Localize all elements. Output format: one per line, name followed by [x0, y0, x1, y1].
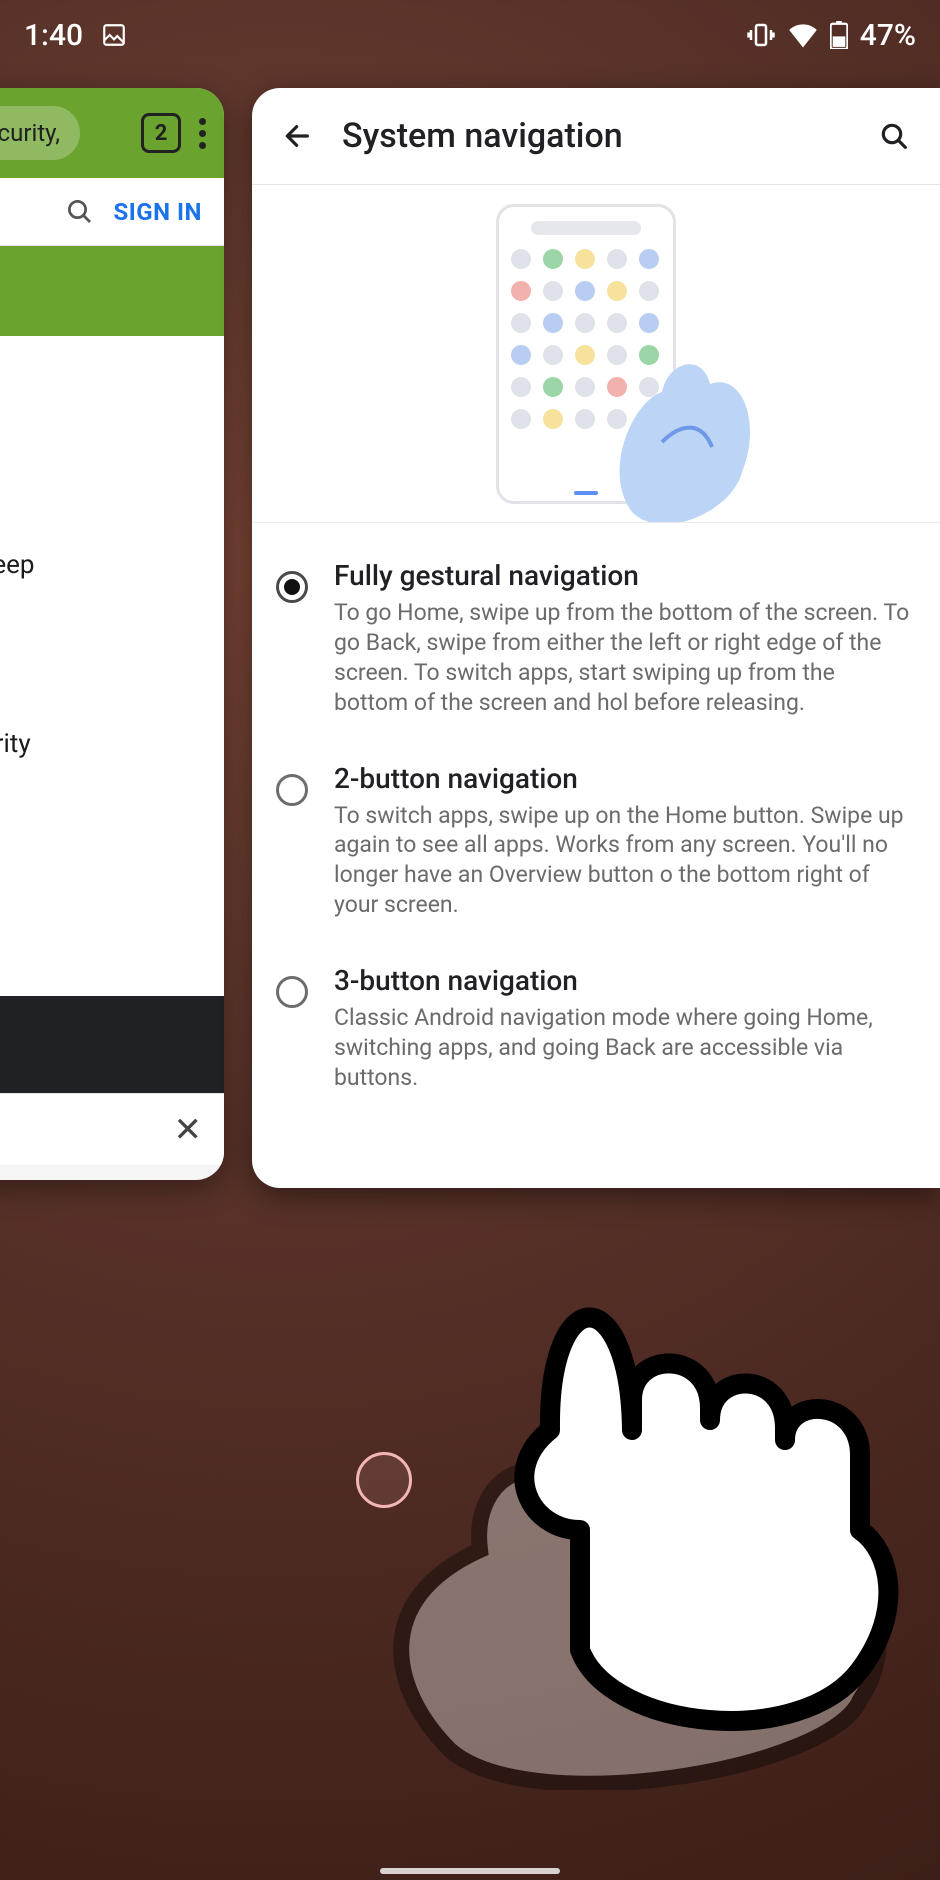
search-icon[interactable] [65, 197, 95, 227]
recent-card-settings[interactable]: System navigation [252, 88, 940, 1188]
option-description: To go Home, swipe up from the bottom of … [334, 598, 914, 718]
chrome-page-appbar: SIGN IN [0, 178, 224, 246]
option-fully-gestural[interactable]: Fully gestural navigation To go Home, sw… [276, 537, 914, 740]
close-icon[interactable]: ✕ [174, 1110, 203, 1150]
option-two-button[interactable]: 2-button navigation To switch apps, swip… [276, 740, 914, 943]
page-heading-fragment: ins [0, 376, 210, 428]
chrome-menu-icon[interactable] [199, 118, 206, 149]
hand-illustration-icon [592, 312, 772, 523]
chrome-toolbar: security, 2 [0, 88, 224, 178]
chrome-page-body: ins nportant tool to keep heir devices. … [0, 336, 224, 996]
cookie-banner[interactable]: yse traffic, remember experience. [0, 996, 224, 1093]
sign-in-link[interactable]: SIGN IN [113, 198, 202, 226]
battery-icon [830, 21, 848, 49]
chrome-tab-switcher[interactable]: 2 [141, 113, 181, 153]
wifi-icon [788, 22, 818, 48]
status-bar: 1:40 47% [0, 0, 940, 70]
omnibox-text-tail: security, [0, 119, 60, 147]
option-title: 2-button navigation [334, 762, 914, 795]
option-title: 3-button navigation [334, 964, 914, 997]
option-description: To switch apps, swipe up on the Home but… [334, 801, 914, 921]
page-title: System navigation [342, 116, 850, 156]
navigation-illustration [252, 185, 940, 523]
radio-unselected-icon[interactable] [276, 976, 308, 1008]
status-battery-pct: 47% [860, 18, 916, 53]
chrome-omnibox[interactable]: security, [0, 106, 80, 160]
settings-app-bar: System navigation [252, 88, 940, 184]
page-paragraph-fragment: nportant tool to keep heir devices. This… [0, 548, 210, 799]
image-notification-icon [101, 22, 127, 48]
chrome-tab-count: 2 [155, 121, 168, 146]
radio-selected-icon[interactable] [276, 571, 308, 603]
add-to-home-bar: roject to Home ✕ [0, 1093, 224, 1165]
navigation-options-list: Fully gestural navigation To go Home, sw… [252, 523, 940, 1115]
search-icon[interactable] [874, 116, 914, 156]
chrome-page-banner [0, 246, 224, 336]
option-three-button[interactable]: 3-button navigation Classic Android navi… [276, 942, 914, 1115]
gesture-hand-overlay-icon [330, 1170, 940, 1790]
touch-indicator-icon [356, 1452, 412, 1508]
status-time: 1:40 [24, 18, 83, 53]
radio-unselected-icon[interactable] [276, 774, 308, 806]
back-icon[interactable] [278, 116, 318, 156]
recent-card-chrome[interactable]: security, 2 SIGN IN ins nportant tool to… [0, 88, 224, 1180]
option-description: Classic Android navigation mode where go… [334, 1003, 914, 1093]
vibrate-icon [746, 20, 776, 50]
option-title: Fully gestural navigation [334, 559, 914, 592]
gesture-nav-handle[interactable] [380, 1868, 560, 1874]
